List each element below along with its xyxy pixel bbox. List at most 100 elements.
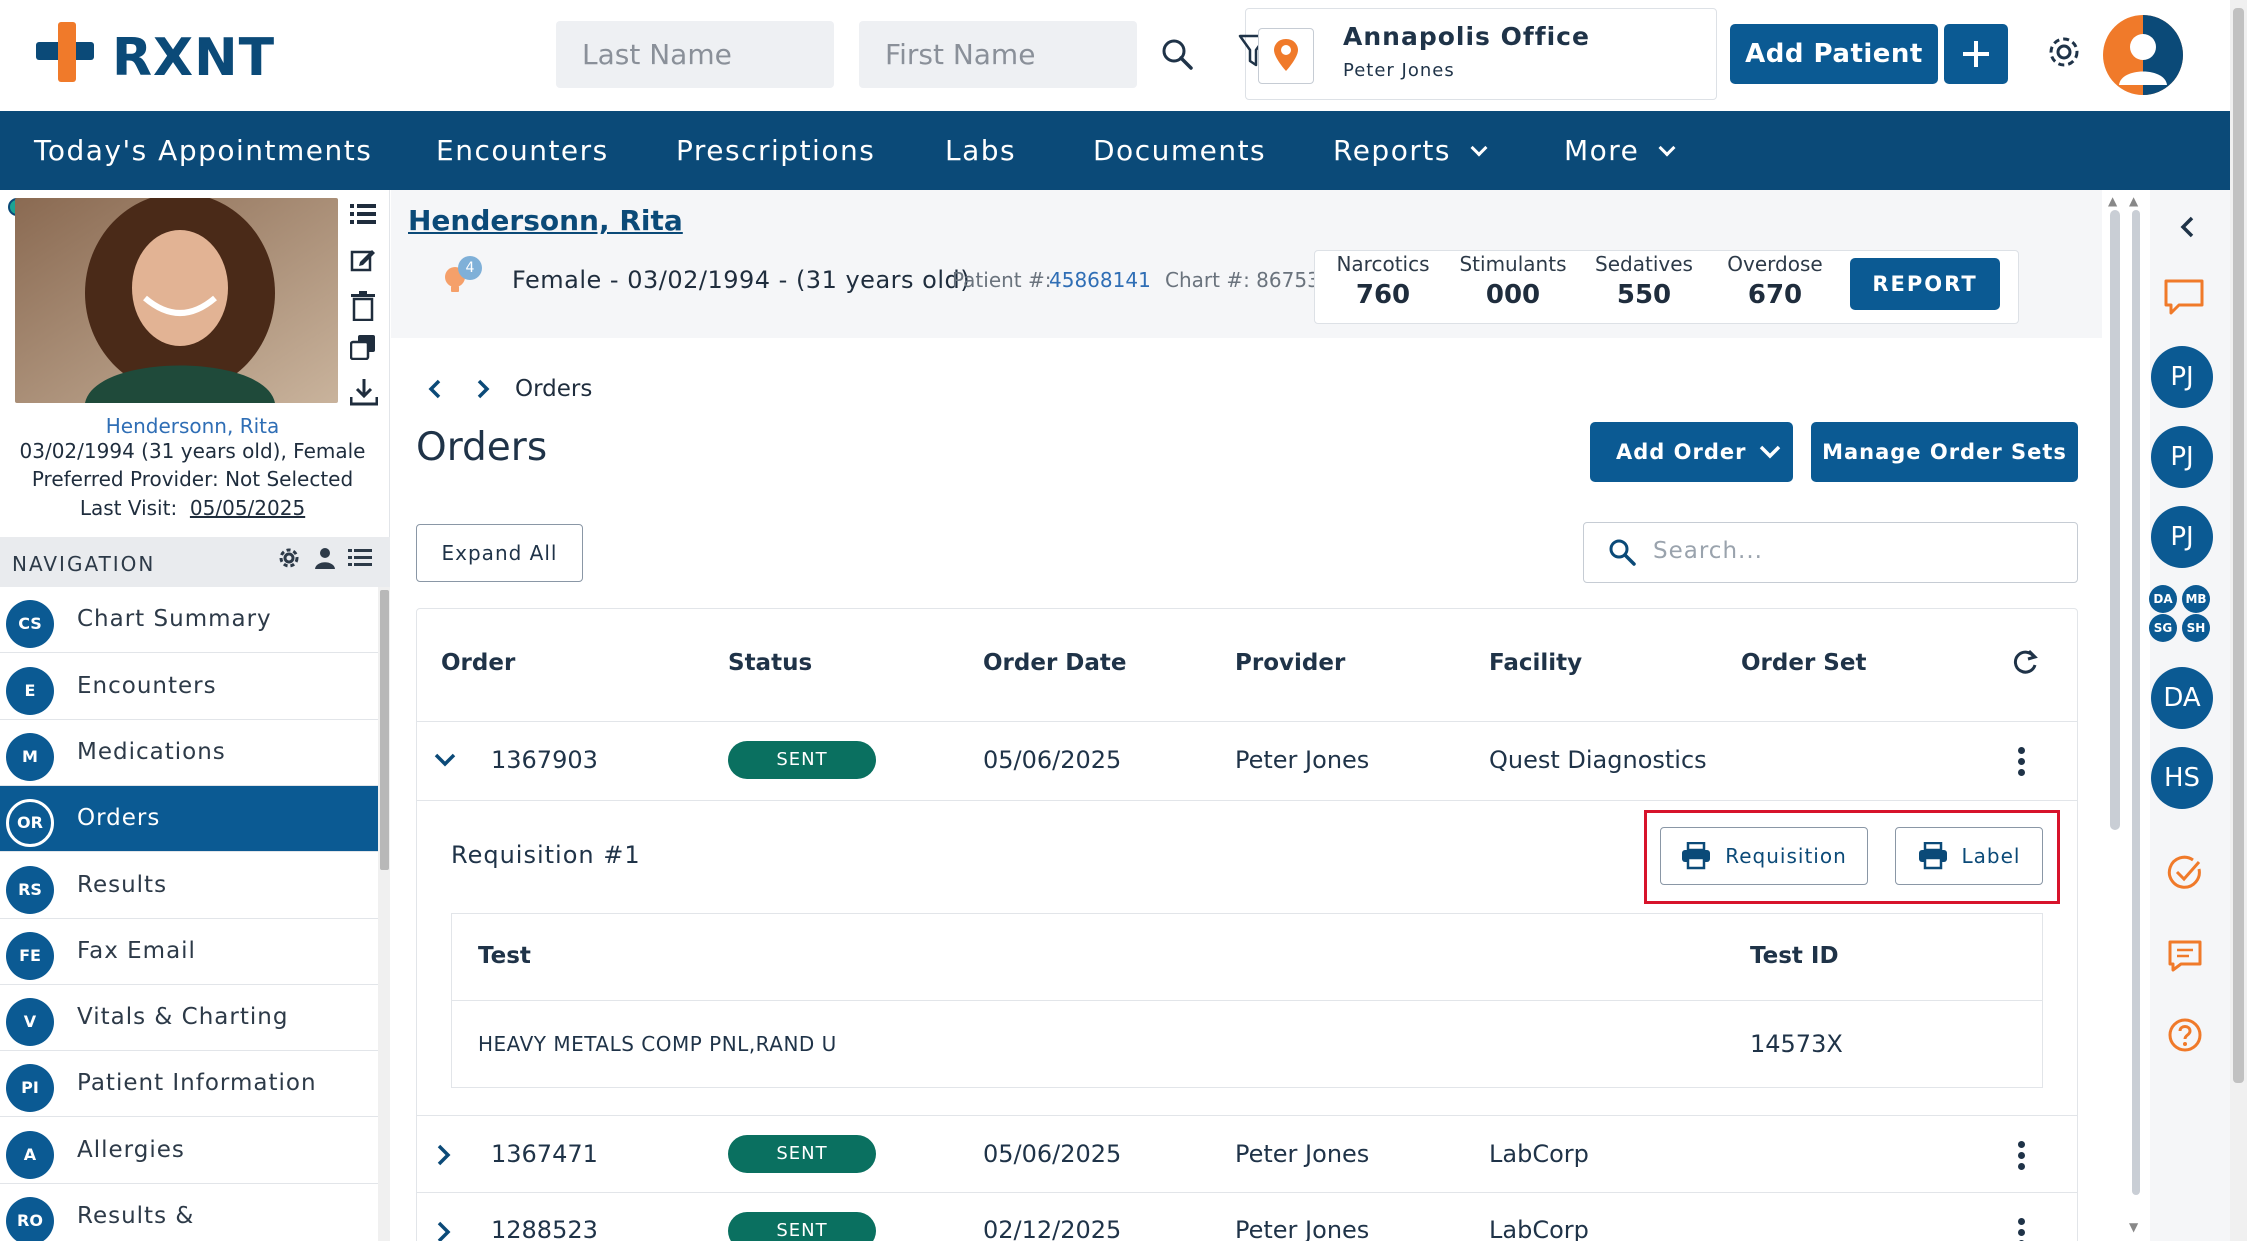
pdmp-value: 760 <box>1355 280 1411 310</box>
last-visit-date[interactable]: 05/05/2025 <box>190 496 305 520</box>
panel-scroll-thumb[interactable] <box>2132 210 2140 1195</box>
plus-icon <box>1963 41 1989 67</box>
column-header-order-date[interactable]: Order Date <box>983 650 1127 676</box>
column-header-provider[interactable]: Provider <box>1235 650 1345 676</box>
nav-reports[interactable]: Reports <box>1333 111 1488 190</box>
sidebar-item-chart-summary[interactable]: CS Chart Summary <box>0 587 378 653</box>
sidebar-item-label: Results & <box>77 1203 195 1229</box>
help-icon[interactable] <box>2167 1017 2203 1057</box>
chevron-right-icon[interactable] <box>436 1143 452 1171</box>
user-badge-pj[interactable]: PJ <box>2151 426 2213 488</box>
mini-user-badge[interactable]: DA <box>2149 585 2177 613</box>
nav-prescriptions[interactable]: Prescriptions <box>676 111 875 190</box>
sidebar-item-allergies[interactable]: A Allergies <box>0 1118 378 1184</box>
gear-icon[interactable] <box>2044 32 2084 72</box>
chevron-right-icon[interactable] <box>436 1220 452 1241</box>
nav-abbr-badge: M <box>6 733 54 781</box>
sidebar-item-label: Encounters <box>77 673 217 699</box>
user-badge-pj[interactable]: PJ <box>2151 346 2213 408</box>
search-icon[interactable] <box>1155 32 1199 76</box>
mini-user-badge[interactable]: MB <box>2182 585 2210 613</box>
user-badge-da[interactable]: DA <box>2151 667 2213 729</box>
gear-icon[interactable] <box>278 547 300 573</box>
add-order-label: Add Order <box>1616 440 1747 464</box>
nav-more[interactable]: More <box>1564 111 1676 190</box>
order-number[interactable]: 1288523 <box>491 1216 598 1241</box>
add-plus-button[interactable] <box>1944 24 2008 84</box>
sidebar-item-orders[interactable]: OR Orders <box>0 786 378 852</box>
sidebar-item-patient-information[interactable]: PI Patient Information <box>0 1051 378 1117</box>
print-requisition-button[interactable]: Requisition <box>1660 827 1868 885</box>
report-button[interactable]: REPORT <box>1850 258 2000 310</box>
chevron-down-icon <box>1658 139 1676 157</box>
mini-user-badge[interactable]: SH <box>2182 614 2210 642</box>
content-scroll-thumb[interactable] <box>2110 210 2120 830</box>
location-pin-icon[interactable] <box>1258 28 1314 84</box>
patient-name-link[interactable]: Hendersonn, Rita <box>0 414 385 438</box>
page-scroll-thumb[interactable] <box>2233 8 2244 1083</box>
forward-chevron-icon[interactable] <box>473 378 493 404</box>
order-number[interactable]: 1367471 <box>491 1140 598 1168</box>
scroll-up-arrow-icon[interactable]: ▲ <box>2108 194 2117 208</box>
trash-icon[interactable] <box>350 291 376 325</box>
nav-todays-appointments[interactable]: Today's Appointments <box>34 111 372 190</box>
column-header-facility[interactable]: Facility <box>1489 650 1582 676</box>
column-header-order-set[interactable]: Order Set <box>1741 650 1866 676</box>
chevron-down-icon <box>1470 139 1488 157</box>
refresh-icon[interactable] <box>2011 648 2039 680</box>
patient-dob: 03/02/1994 (31 years old), Female <box>19 439 366 463</box>
last-name-input[interactable]: Last Name <box>556 21 834 88</box>
column-header-status[interactable]: Status <box>728 650 812 676</box>
office-name: Annapolis Office <box>1343 22 1590 51</box>
user-avatar[interactable] <box>2103 15 2183 95</box>
nav-encounters[interactable]: Encounters <box>436 111 609 190</box>
orders-search-placeholder: Search... <box>1653 538 1763 564</box>
sidebar-item-encounters[interactable]: E Encounters <box>0 654 378 720</box>
more-options-icon[interactable] <box>2016 745 2026 778</box>
first-name-input[interactable]: First Name <box>859 21 1137 88</box>
scroll-up-arrow-icon[interactable]: ▲ <box>2129 194 2138 208</box>
sidebar-item-medications[interactable]: M Medications <box>0 720 378 786</box>
list-icon[interactable] <box>350 203 376 229</box>
more-options-icon[interactable] <box>2016 1216 2026 1241</box>
message-icon[interactable] <box>2167 939 2203 977</box>
sidebar-item-results[interactable]: RS Results <box>0 853 378 919</box>
nav-labs[interactable]: Labs <box>945 111 1016 190</box>
nav-documents[interactable]: Documents <box>1093 111 1266 190</box>
copy-icon[interactable] <box>349 334 376 364</box>
add-patient-button[interactable]: Add Patient <box>1730 24 1938 84</box>
patient-photo[interactable] <box>15 198 338 403</box>
patient-demographics: Female - 03/02/1994 - (31 years old) <box>512 266 971 294</box>
manage-order-sets-button[interactable]: Manage Order Sets <box>1811 422 2078 482</box>
check-circle-icon[interactable] <box>2167 855 2203 895</box>
order-number[interactable]: 1367903 <box>491 746 598 774</box>
column-header-order[interactable]: Order <box>441 650 515 676</box>
pdmp-value: 550 <box>1616 280 1672 310</box>
user-badge-pj[interactable]: PJ <box>2151 506 2213 568</box>
collapse-chevron-icon[interactable] <box>2178 215 2198 243</box>
scroll-down-arrow-icon[interactable]: ▼ <box>2129 1220 2138 1234</box>
user-badge-hs[interactable]: HS <box>2151 747 2213 809</box>
nav-abbr-badge: RS <box>6 866 54 914</box>
mini-user-badge[interactable]: SG <box>2149 614 2177 642</box>
chat-icon[interactable] <box>2163 278 2205 320</box>
person-icon[interactable] <box>314 547 336 573</box>
patient-number[interactable]: 45868141 <box>1049 268 1151 292</box>
print-label-button[interactable]: Label <box>1895 827 2043 885</box>
logo-text: RXNT <box>112 28 276 88</box>
nav-more-label: More <box>1564 134 1640 167</box>
expand-all-button[interactable]: Expand All <box>416 524 583 582</box>
pdmp-label: Narcotics <box>1336 252 1430 276</box>
edit-icon[interactable] <box>350 247 376 277</box>
sidebar-item-vitals-charting[interactable]: V Vitals & Charting <box>0 985 378 1051</box>
sidebar-scroll-thumb[interactable] <box>380 590 389 870</box>
list-icon[interactable] <box>348 548 372 572</box>
sidebar-item-fax-email[interactable]: FE Fax Email <box>0 919 378 985</box>
add-order-button[interactable]: Add Order <box>1590 422 1793 482</box>
sidebar-item-results-other[interactable]: RO Results & <box>0 1184 378 1241</box>
chevron-down-icon[interactable] <box>433 752 457 772</box>
back-chevron-icon[interactable] <box>425 378 445 404</box>
more-options-icon[interactable] <box>2016 1139 2026 1172</box>
download-icon[interactable] <box>349 378 379 410</box>
patient-title-link[interactable]: Hendersonn, Rita <box>408 204 683 237</box>
